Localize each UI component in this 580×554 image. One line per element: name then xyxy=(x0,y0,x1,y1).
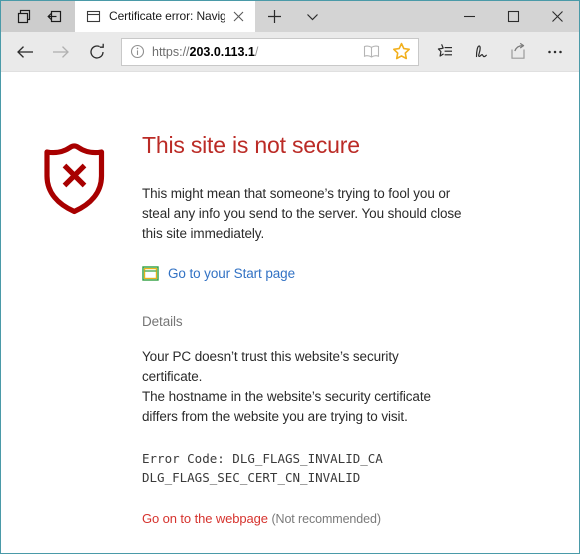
window-controls xyxy=(447,1,579,32)
chevron-down-icon[interactable] xyxy=(293,1,331,32)
close-window-button[interactable] xyxy=(535,1,579,32)
url-host: 203.0.113.1 xyxy=(189,44,255,59)
error-code-line: DLG_FLAGS_SEC_CERT_CN_INVALID xyxy=(142,470,361,485)
url-scheme: https:// xyxy=(152,44,190,59)
hub-favorites-icon[interactable] xyxy=(425,35,462,69)
not-recommended-note: (Not recommended) xyxy=(271,512,381,526)
browser-toolbar: https://203.0.113.1/ xyxy=(1,32,579,72)
details-line: differs from the website you are trying … xyxy=(142,409,408,424)
back-button[interactable] xyxy=(7,35,43,69)
set-these-tabs-aside-icon[interactable] xyxy=(39,1,69,32)
details-text: Your PC doesn’t trust this website’s sec… xyxy=(142,347,467,427)
url-path: / xyxy=(254,44,259,59)
error-hero: This site is not secure This might mean … xyxy=(41,130,559,526)
start-page-link-row[interactable]: Go to your Start page xyxy=(142,266,559,281)
go-on-to-webpage-link[interactable]: Go on to the webpage xyxy=(142,511,268,526)
web-note-pen-icon[interactable] xyxy=(462,35,499,69)
go-to-start-page-link[interactable]: Go to your Start page xyxy=(168,266,295,281)
tab-strip-spacer xyxy=(331,1,447,32)
tab-strip-left-tools xyxy=(1,1,75,32)
browser-tab-active[interactable]: Certificate error: Naviga xyxy=(75,1,255,32)
tab-strip: Certificate error: Naviga xyxy=(1,1,579,32)
start-page-icon xyxy=(142,266,159,281)
browser-window: Certificate error: Naviga https://203.0.… xyxy=(0,0,580,554)
refresh-button[interactable] xyxy=(79,35,115,69)
details-heading: Details xyxy=(142,314,183,329)
address-bar[interactable]: https://203.0.113.1/ xyxy=(121,37,419,66)
error-code-line: Error Code: DLG_FLAGS_INVALID_CA xyxy=(142,451,383,466)
show-set-aside-tabs-icon[interactable] xyxy=(9,1,39,32)
page-icon xyxy=(85,8,102,25)
details-line: The hostname in the website’s security c… xyxy=(142,389,431,404)
close-tab-icon[interactable] xyxy=(225,1,251,32)
toolbar-right-actions xyxy=(425,35,573,69)
details-line: certificate. xyxy=(142,369,203,384)
error-hero-text: This site is not secure This might mean … xyxy=(117,130,559,526)
page-content: This site is not secure This might mean … xyxy=(1,72,579,553)
settings-more-icon[interactable] xyxy=(536,35,573,69)
page-title: This site is not secure xyxy=(142,132,360,158)
maximize-button[interactable] xyxy=(491,1,535,32)
forward-button[interactable] xyxy=(43,35,79,69)
minimize-button[interactable] xyxy=(447,1,491,32)
proceed-row: Go on to the webpage (Not recommended) xyxy=(142,511,559,526)
favorite-star-icon[interactable] xyxy=(386,39,416,65)
error-description: This might mean that someone’s trying to… xyxy=(142,186,462,241)
share-icon[interactable] xyxy=(499,35,536,69)
error-page-body: This site is not secure This might mean … xyxy=(41,130,559,526)
error-code-block: Error Code: DLG_FLAGS_INVALID_CA DLG_FLA… xyxy=(142,449,559,487)
info-circle-icon[interactable] xyxy=(122,39,152,65)
new-tab-icon[interactable] xyxy=(255,1,293,32)
tab-title: Certificate error: Naviga xyxy=(109,9,225,23)
reading-view-icon[interactable] xyxy=(356,39,386,65)
tab-strip-actions xyxy=(255,1,331,32)
address-bar-url[interactable]: https://203.0.113.1/ xyxy=(152,39,356,65)
details-line: Your PC doesn’t trust this website’s sec… xyxy=(142,349,399,364)
shield-error-icon xyxy=(41,130,117,221)
